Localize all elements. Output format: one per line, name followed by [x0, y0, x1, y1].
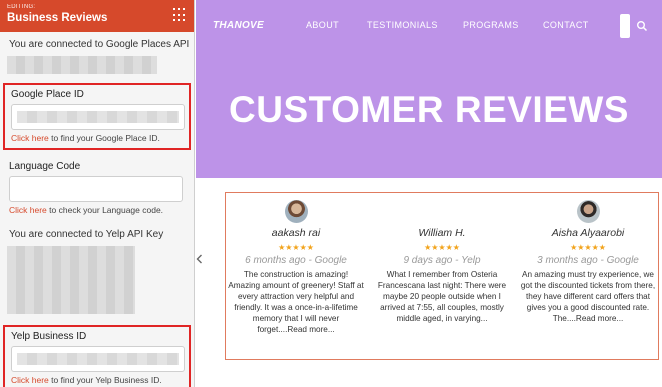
site-preview: THANOVE ABOUT TESTIMONIALS PROGRAMS CONT…: [196, 0, 662, 387]
nav-testimonials[interactable]: TESTIMONIALS: [367, 20, 438, 30]
editor-header: EDITING: Business Reviews: [0, 0, 194, 32]
review-text: The construction is amazing! Amazing amo…: [228, 270, 364, 334]
google-hint-text: to find your Google Place ID.: [48, 133, 160, 143]
hero-banner: THANOVE ABOUT TESTIMONIALS PROGRAMS CONT…: [196, 0, 662, 178]
reviewer-name: William H.: [418, 227, 466, 239]
review-card: William H. ★★★★★ 9 days ago - Yelp What …: [372, 193, 512, 324]
avatar: [284, 200, 308, 223]
editor-title: Business Reviews: [7, 12, 108, 24]
review-meta: 9 days ago - Yelp: [403, 255, 481, 266]
star-rating: ★★★★★: [570, 243, 606, 252]
editing-label: EDITING:: [7, 4, 36, 10]
yelp-hint-text: to find your Yelp Business ID.: [48, 375, 162, 385]
reviewer-name: Aisha Alyaarobi: [551, 227, 625, 239]
reviews-widget: aakash rai ★★★★★ 6 months ago - Google T…: [225, 192, 659, 360]
nav-contact[interactable]: CONTACT: [543, 20, 589, 30]
google-place-id-input[interactable]: [11, 104, 185, 130]
nav-about[interactable]: ABOUT: [306, 20, 339, 30]
yelp-connected-text: You are connected to Yelp API Key: [9, 229, 164, 240]
star-rating: ★★★★★: [424, 243, 460, 252]
review-text: What I remember from Osteria Francescana…: [377, 270, 507, 323]
avatar: [576, 200, 600, 223]
language-code-link[interactable]: Click here: [9, 205, 47, 215]
language-code-hint: Click here to check your Language code.: [9, 205, 194, 216]
review-meta: 6 months ago - Google: [245, 255, 347, 266]
reviewer-name: aakash rai: [271, 227, 321, 239]
yelp-business-id-redacted: [17, 353, 179, 365]
language-code-label: Language Code: [9, 161, 81, 172]
yelp-business-id-link[interactable]: Click here: [11, 375, 49, 385]
page-title: CUSTOMER REVIEWS: [229, 89, 629, 130]
google-api-key-redacted: [7, 56, 157, 74]
google-place-id-hint: Click here to find your Google Place ID.: [11, 133, 189, 144]
search-icon[interactable]: [636, 19, 648, 32]
nav-programs[interactable]: PROGRAMS: [463, 20, 519, 30]
grid-menu-icon[interactable]: [173, 8, 187, 22]
search-button[interactable]: [620, 14, 630, 38]
language-code-input[interactable]: [9, 176, 183, 202]
language-hint-text: to check your Language code.: [46, 205, 164, 215]
review-card: aakash rai ★★★★★ 6 months ago - Google T…: [226, 193, 366, 335]
yelp-business-id-hint: Click here to find your Yelp Business ID…: [11, 375, 189, 386]
review-text: An amazing must try experience, we got t…: [520, 270, 656, 323]
avatar: [430, 200, 454, 223]
google-place-id-box: Google Place ID Click here to find your …: [3, 83, 191, 150]
google-place-id-redacted: [17, 111, 179, 123]
yelp-business-id-label: Yelp Business ID: [11, 331, 87, 342]
google-connected-text: You are connected to Google Places API: [9, 39, 190, 50]
language-field: Language Code Click here to check your L…: [0, 160, 194, 216]
star-rating: ★★★★★: [278, 243, 314, 252]
editor-sidebar: EDITING: Business Reviews You are connec…: [0, 0, 195, 387]
site-logo[interactable]: THANOVE: [213, 20, 264, 31]
yelp-business-id-box: Yelp Business ID Click here to find your…: [3, 325, 191, 387]
google-place-id-link[interactable]: Click here: [11, 133, 49, 143]
google-place-id-label: Google Place ID: [11, 89, 84, 100]
yelp-api-key-redacted: [7, 246, 135, 314]
yelp-business-id-input[interactable]: [11, 346, 185, 372]
review-card: Aisha Alyaarobi ★★★★★ 3 months ago - Goo…: [518, 193, 658, 324]
review-meta: 3 months ago - Google: [537, 255, 639, 266]
